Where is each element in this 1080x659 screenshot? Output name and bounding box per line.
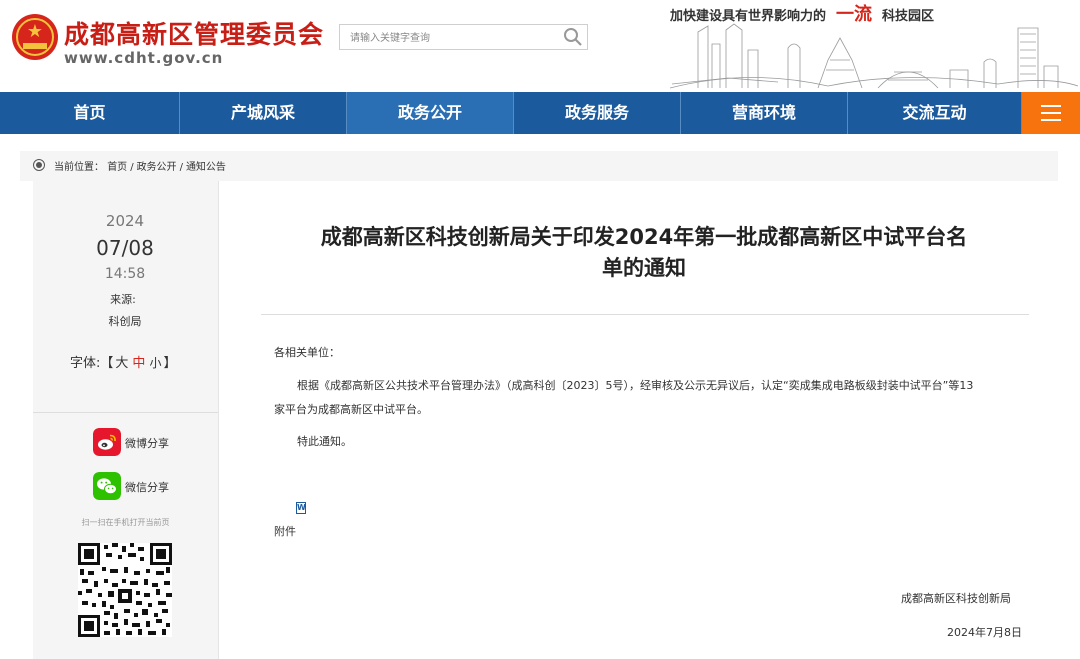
- article-title-line-2: 单的通知: [602, 256, 686, 280]
- breadcrumb-text: 当前位置： 首页 / 政务公开 / 通知公告: [54, 158, 226, 173]
- font-medium-button[interactable]: 中: [132, 356, 145, 371]
- breadcrumb: 当前位置： 首页 / 政务公开 / 通知公告: [20, 151, 1058, 181]
- breadcrumb-home[interactable]: 首页: [107, 162, 127, 173]
- breadcrumb-separator: /: [179, 162, 183, 173]
- location-icon: [33, 159, 45, 171]
- breadcrumb-gov-affairs[interactable]: 政务公开: [137, 162, 177, 173]
- breadcrumb-label: 当前位置：: [54, 162, 104, 173]
- article-title: 成都高新区科技创新局关于印发2024年第一批成都高新区中试平台名 单的通知: [280, 222, 1008, 284]
- nav-item-business[interactable]: 营商环境: [681, 92, 848, 134]
- menu-icon[interactable]: [1022, 92, 1080, 134]
- breadcrumb-separator: /: [130, 162, 134, 173]
- search-box: [339, 24, 588, 50]
- source-value: 科创局: [108, 315, 142, 328]
- weibo-share-label: 微博分享: [125, 437, 169, 450]
- font-small-button[interactable]: 小: [149, 356, 161, 370]
- font-size-close-bracket: 】: [163, 356, 177, 371]
- site-title[interactable]: 成都高新区管理委员会: [64, 18, 324, 52]
- font-size-label: 字体:: [70, 356, 101, 371]
- body-paragraph-line-2: 家平台为成都高新区中试平台。: [274, 403, 428, 416]
- attachment-link[interactable]: 附件: [274, 523, 296, 539]
- nav-item-interaction[interactable]: 交流互动: [848, 92, 1022, 134]
- closing-line: 特此通知。: [297, 435, 352, 448]
- article-title-line-1: 成都高新区科技创新局关于印发2024年第一批成都高新区中试平台名: [320, 225, 968, 249]
- publish-date: 07/08: [96, 236, 154, 260]
- site-header: ★ 成都高新区管理委员会 www.cdht.gov.cn 加快建设具有世界影响力…: [0, 0, 1080, 92]
- publish-time: 14:58: [104, 266, 146, 282]
- word-document-icon[interactable]: [296, 502, 306, 514]
- wechat-share-label: 微信分享: [125, 481, 169, 494]
- body-paragraph-line-1: 根据《成都高新区公共技术平台管理办法》（成高科创〔2023〕5号），经审核及公示…: [297, 379, 974, 392]
- qr-hint: 扫一扫在手机打开当前页: [81, 518, 170, 527]
- nav-item-home[interactable]: 首页: [0, 92, 180, 134]
- main-nav: 首页 产城风采 政务公开 政务服务 营商环境 交流互动: [0, 92, 1080, 134]
- source-label: 来源:: [110, 293, 136, 306]
- font-size-control: 字体:【大中小】: [70, 352, 176, 371]
- search-input[interactable]: [348, 27, 552, 49]
- publish-year: 2024: [105, 212, 145, 230]
- signature: 成都高新区科技创新局: [901, 592, 1011, 605]
- site-url: www.cdht.gov.cn: [64, 49, 224, 67]
- qr-code-icon: [78, 543, 172, 637]
- breadcrumb-notices[interactable]: 通知公告: [186, 162, 226, 173]
- nav-item-city[interactable]: 产城风采: [180, 92, 347, 134]
- national-emblem-icon: ★: [12, 14, 58, 60]
- weibo-icon: [93, 428, 121, 456]
- city-skyline-illustration: [669, 23, 1079, 89]
- nav-item-gov-service[interactable]: 政务服务: [514, 92, 681, 134]
- font-large-button[interactable]: 大: [115, 356, 128, 371]
- slogan: 加快建设具有世界影响力的 一流 科技园区: [670, 0, 934, 25]
- font-size-open-bracket: 【: [100, 356, 114, 371]
- title-divider: [261, 314, 1029, 315]
- sidebar-divider: [33, 412, 218, 413]
- nav-item-gov-affairs[interactable]: 政务公开: [347, 92, 514, 134]
- search-icon[interactable]: [563, 27, 583, 47]
- wechat-icon: [93, 472, 121, 500]
- sign-date: 2024年7月8日: [947, 626, 1022, 639]
- salutation: 各相关单位：: [274, 346, 340, 359]
